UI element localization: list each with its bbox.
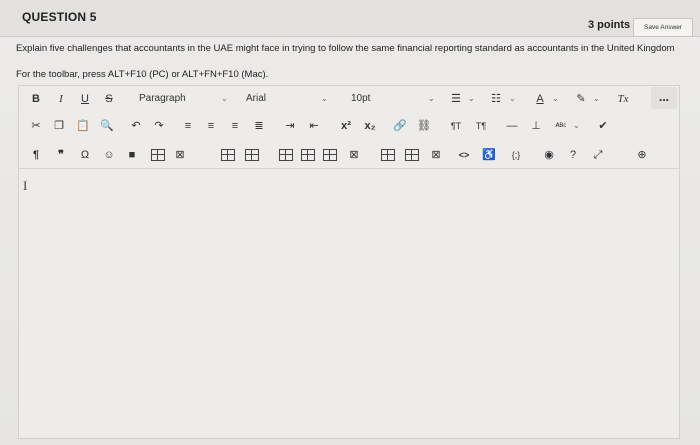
toolbar-note: For the toolbar, press ALT+F10 (PC) or A… [16,69,269,80]
bullet-list-icon[interactable]: ☰ [447,90,465,108]
preview-icon[interactable]: ◉ [540,146,558,164]
chevron-down-icon: ⌄ [468,94,475,103]
cut-icon[interactable]: ✂ [27,117,45,135]
superscript-button[interactable]: x² [337,117,355,135]
page: QUESTION 5 3 points Save Answer Explain … [0,0,700,445]
question-prompt: Explain five challenges that accountants… [16,43,675,54]
chevron-down-icon: ⌄ [321,94,328,103]
paragraph-mark-button[interactable]: ¶ [27,146,45,164]
chevron-down-icon: ⌄ [428,94,435,103]
table-row-before-icon[interactable] [219,146,237,164]
subscript-button[interactable]: x₂ [361,117,379,135]
question-header: QUESTION 5 3 points Save Answer [0,0,700,37]
chevron-down-icon: ⌄ [593,94,600,103]
anchor-icon[interactable]: ⊥ [527,117,545,135]
table-delete-icon[interactable]: ⊠ [427,146,445,164]
ltr-button[interactable]: ¶T [447,117,465,135]
underline-button[interactable]: U [76,90,94,108]
table-row-after-icon[interactable] [243,146,261,164]
accessibility-icon[interactable]: ♿ [480,146,498,164]
chevron-down-icon: ⌄ [552,94,559,103]
toolbar-row-1: B I U S Paragraph ⌄ Arial ⌄ 10pt ⌄ ☰ ⌄ ☷… [19,86,679,112]
copy-icon[interactable]: ❐ [50,117,68,135]
table-col-after-icon[interactable] [321,146,339,164]
clear-formatting-button[interactable]: Tx [614,90,632,108]
align-center-icon[interactable]: ≡ [202,117,220,135]
paragraph-dropdown[interactable]: Paragraph [139,90,186,108]
more-options-button[interactable]: ... [651,87,677,109]
help-icon[interactable]: ? [564,146,582,164]
rtl-button[interactable]: T¶ [472,117,490,135]
link-icon[interactable]: 🔗 [391,117,409,135]
table-icon[interactable] [149,146,167,164]
image-icon[interactable]: ⊠ [171,146,189,164]
table-col-before-icon[interactable] [299,146,317,164]
add-icon[interactable]: ⊕ [633,146,651,164]
question-title: QUESTION 5 [22,10,97,24]
toolbar-divider [19,168,679,169]
align-left-icon[interactable]: ≡ [179,117,197,135]
fullscreen-icon[interactable]: ⤢ [589,146,607,164]
outdent-icon[interactable]: ⇤ [305,117,323,135]
table-delete-col-icon[interactable]: ⊠ [345,146,363,164]
numbered-list-icon[interactable]: ☷ [487,90,505,108]
bold-button[interactable]: B [27,90,45,108]
rich-text-editor[interactable]: B I U S Paragraph ⌄ Arial ⌄ 10pt ⌄ ☰ ⌄ ☷… [18,85,680,439]
chevron-down-icon: ⌄ [221,94,228,103]
justify-icon[interactable]: ≣ [250,117,268,135]
undo-icon[interactable]: ↶ [127,117,145,135]
code-button[interactable]: <> [455,146,473,164]
strikethrough-button[interactable]: S [100,90,118,108]
paste-icon[interactable]: 📋 [74,117,92,135]
braces-button[interactable]: {;} [507,146,525,164]
hr-icon[interactable]: — [503,117,521,135]
highlight-icon[interactable]: ✎ [572,90,590,108]
save-answer-button[interactable]: Save Answer [633,18,693,37]
blockquote-button[interactable]: ❞ [52,146,70,164]
unlink-icon[interactable]: ⛓ [415,117,433,135]
table-delete-row-icon[interactable] [277,146,295,164]
check-icon[interactable]: ✔ [594,117,612,135]
font-dropdown[interactable]: Arial [246,90,266,108]
indent-icon[interactable]: ⇥ [281,117,299,135]
italic-button[interactable]: I [52,90,70,108]
search-icon[interactable]: 🔍 [98,117,116,135]
emoji-icon[interactable]: ☺ [100,146,118,164]
table-split-icon[interactable] [379,146,397,164]
redo-icon[interactable]: ↷ [150,117,168,135]
toolbar-row-3: ¶ ❞ Ω ☺ ■ ⊠ ⊠ ⊠ <> ♿ {;} ◉ ? ⤢ ⊕ [19,142,679,168]
align-right-icon[interactable]: ≡ [226,117,244,135]
special-char-button[interactable]: Ω [76,146,94,164]
chevron-down-icon: ⌄ [509,94,516,103]
spellcheck-icon[interactable]: ᴬᴮᶜ [552,117,570,135]
question-points: 3 points [588,19,631,31]
toolbar-row-2: ✂ ❐ 📋 🔍 ↶ ↷ ≡ ≡ ≡ ≣ ⇥ ⇤ x² x₂ 🔗 ⛓ ¶T T¶ … [19,113,679,139]
font-size-dropdown[interactable]: 10pt [351,90,370,108]
chevron-down-icon: ⌄ [573,121,580,130]
text-color-button[interactable]: A [531,90,549,108]
text-cursor-icon: I [23,178,28,193]
table-merge-icon[interactable] [403,146,421,164]
bookmark-icon[interactable]: ■ [123,146,141,164]
